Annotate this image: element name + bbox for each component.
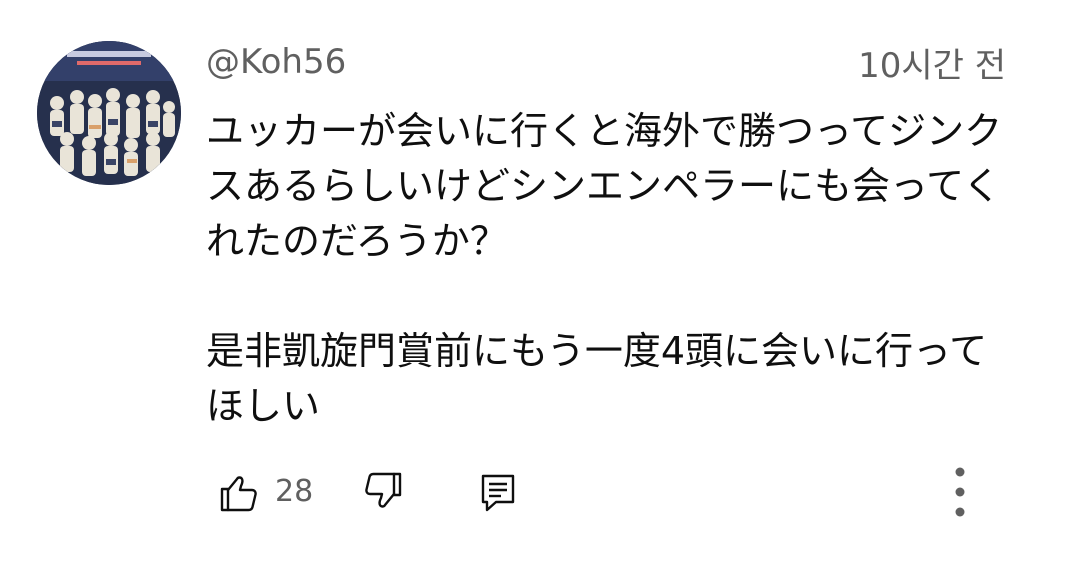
reply-button[interactable]: [478, 462, 518, 522]
avatar-image: [37, 41, 181, 185]
comment-timestamp: 10시간 전: [858, 46, 1006, 86]
comment-author[interactable]: @Koh56: [206, 40, 346, 84]
more-options-button[interactable]: [944, 462, 976, 522]
thumbs-down-icon: [365, 472, 402, 508]
like-count: 28: [275, 474, 314, 509]
comment-text: ユッカーが会いに行くと海外で勝つってジンクスあるらしいけどシンエンペラーにも会っ…: [206, 109, 1003, 428]
reply-comment-icon: [481, 474, 515, 512]
avatar[interactable]: [37, 41, 181, 185]
vertical-ellipsis-icon: [955, 467, 965, 517]
dislike-button[interactable]: [362, 462, 406, 522]
comment-item: @Koh56 10시간 전 ユッカーが会いに行くと海外で勝つってジンクスあるらし…: [0, 0, 1080, 573]
like-button[interactable]: [216, 462, 260, 522]
thumbs-up-icon: [220, 476, 257, 512]
comment-action-bar: 28: [0, 462, 1080, 522]
